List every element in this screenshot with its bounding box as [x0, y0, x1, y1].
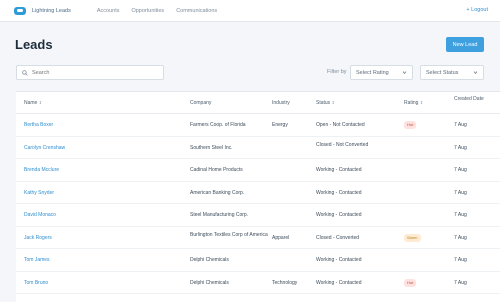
nav-accounts[interactable]: Accounts	[97, 8, 120, 14]
industry-cell: Apparel	[272, 234, 290, 241]
company-cell: Farmers Coop. of Florida	[190, 122, 246, 128]
rating-cell: Warm	[404, 233, 421, 242]
status-cell: Working - Contacted	[316, 257, 362, 263]
rating-cell: Hot	[404, 121, 417, 129]
status-cell: Working - Contacted	[316, 279, 362, 286]
company-cell: Delphi Chemicals	[190, 279, 229, 286]
table-row[interactable]: Bertha Boxer Farmers Coop. of Florida Ener…	[16, 114, 500, 137]
company-cell: American Banking Corp.	[190, 189, 245, 196]
created-date-cell: 7 Aug	[454, 234, 467, 241]
search-input[interactable]	[32, 69, 152, 76]
header-company[interactable]: Company	[190, 100, 272, 106]
table-row[interactable]: Carolyn Crenshaw Southern Steel Inc. Close…	[16, 137, 500, 159]
industry-cell: Technology	[272, 279, 298, 286]
logout-link[interactable]: + Logout	[466, 7, 488, 13]
rating-select-value: Select Rating	[356, 69, 389, 76]
lead-name-link[interactable]: Tom Bruno	[24, 280, 48, 286]
nav-communications[interactable]: Communications	[176, 8, 217, 14]
header-rating[interactable]: Rating ⇕	[404, 100, 423, 106]
sort-icon: ⇕	[38, 100, 43, 105]
table-row[interactable]: David Monaco Steel Manufacturing Corp. Wor…	[16, 204, 500, 227]
sort-icon: ⇕	[331, 100, 335, 105]
lead-name-link[interactable]: Bertha Boxer	[24, 122, 53, 128]
filter-by-label: Filter by	[327, 69, 347, 75]
rating-badge: Warm	[404, 233, 421, 242]
table-row[interactable]: Jack Rogers Burlington Textiles Corp of A…	[16, 227, 500, 249]
status-cell: Working - Contacted	[316, 167, 362, 173]
status-select-value: Select Status	[426, 69, 459, 76]
nav-opportunities[interactable]: Opportunities	[131, 8, 164, 14]
rating-cell: Hot	[404, 278, 417, 287]
created-date-cell: 7 Aug	[454, 212, 467, 218]
lead-name-link[interactable]: Jack Rogers	[24, 235, 52, 241]
search-icon	[22, 69, 28, 76]
table-row[interactable]: Tom James Delphi Chemicals Working - Conta…	[16, 249, 500, 272]
status-cell: Working - Contacted	[316, 212, 362, 218]
company-cell: Burlington Textiles Corp of America	[190, 231, 268, 238]
created-date-cell: 7 Aug	[454, 122, 467, 128]
leads-table: Name ⇕ Company Industry Status ⇕ Rating …	[16, 91, 500, 302]
header-created-date[interactable]: Created Date	[454, 96, 484, 102]
created-date-cell: 7 Aug	[454, 279, 467, 286]
cloud-logo-icon[interactable]	[14, 6, 26, 15]
header-status[interactable]: Status ⇕	[316, 100, 386, 106]
lead-name-link[interactable]: Tom James	[24, 257, 50, 263]
status-cell: Closed - Converted	[316, 234, 360, 241]
table-body: Bertha Boxer Farmers Coop. of Florida Ener…	[16, 114, 500, 294]
header-industry[interactable]: Industry	[272, 100, 290, 106]
created-date-cell: 7 Aug	[454, 257, 467, 263]
industry-cell: Energy	[272, 122, 288, 128]
header-name[interactable]: Name ⇕	[24, 100, 42, 106]
table-row[interactable]: Brenda Mcclure Cadinal Home Products Worki…	[16, 159, 500, 182]
lead-name-link[interactable]: Carolyn Crenshaw	[24, 145, 65, 151]
header-name-label: Name	[24, 100, 38, 106]
rating-badge: Hot	[404, 278, 417, 287]
logout-label: Logout	[471, 7, 488, 13]
company-cell: Cadinal Home Products	[190, 167, 243, 173]
chevron-down-icon	[402, 71, 407, 75]
company-cell: Southern Steel Inc.	[190, 144, 233, 151]
table-header: Name ⇕ Company Industry Status ⇕ Rating …	[16, 92, 500, 114]
status-cell: Working - Contacted	[316, 189, 362, 196]
page-title: Leads	[15, 37, 53, 52]
rating-select[interactable]: Select Rating	[350, 65, 413, 80]
created-date-cell: 7 Aug	[454, 167, 467, 173]
company-cell: Delphi Chemicals	[190, 257, 229, 263]
lead-name-link[interactable]: Kathy Snyder	[24, 190, 54, 196]
header-rating-label: Rating	[404, 100, 419, 106]
created-date-cell: 7 Aug	[454, 144, 467, 151]
chevron-down-icon	[473, 71, 478, 75]
status-cell: Open - Not Contacted	[316, 122, 365, 128]
lead-name-link[interactable]: Brenda Mcclure	[24, 167, 59, 173]
header-status-label: Status	[316, 100, 331, 106]
brand-name[interactable]: Lightning Leads	[32, 8, 71, 14]
status-select[interactable]: Select Status	[420, 65, 484, 80]
company-cell: Steel Manufacturing Corp.	[190, 212, 249, 218]
table-row[interactable]: Kathy Snyder American Banking Corp. Workin…	[16, 182, 500, 204]
search-box[interactable]	[16, 65, 164, 80]
rating-badge: Hot	[404, 121, 417, 129]
status-cell: Closed - Not Converted	[316, 141, 369, 148]
created-date-cell: 7 Aug	[454, 189, 467, 196]
sort-icon: ⇕	[419, 100, 424, 105]
table-row[interactable]: Tom Bruno Delphi Chemicals Technology Worki…	[16, 272, 500, 294]
lead-name-link[interactable]: David Monaco	[24, 212, 56, 218]
top-navbar: Lightning Leads Accounts Opportunities C…	[0, 0, 500, 22]
new-lead-button[interactable]: New Lead	[446, 37, 484, 52]
